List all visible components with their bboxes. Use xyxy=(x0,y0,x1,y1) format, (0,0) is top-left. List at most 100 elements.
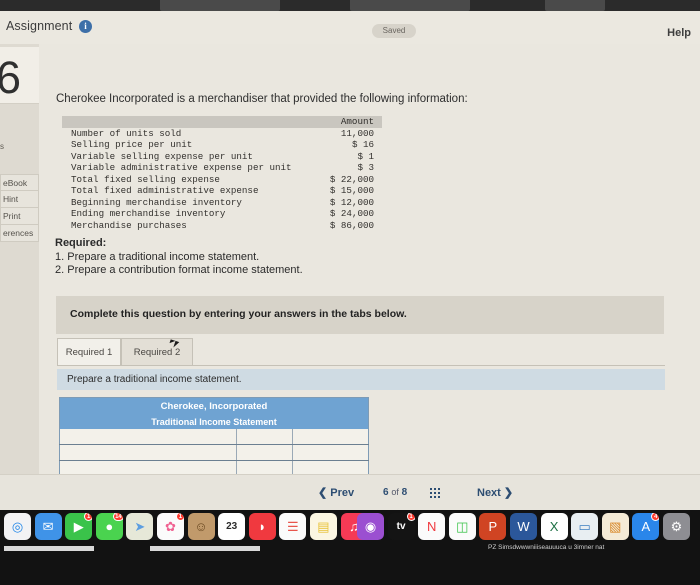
instruction-text: Complete this question by entering your … xyxy=(70,308,407,320)
dock-icon-facetime[interactable]: ▶ 1 xyxy=(65,513,93,540)
dock-left-group: ◎ ✉ ▶ 1 ● 14 ➤ ✿ 1 ☺ 23 ◗ ☰ ▤ ♫ xyxy=(4,513,368,540)
badge-app-store: 4 xyxy=(651,513,660,521)
safari-icon: ◎ xyxy=(11,518,24,534)
answer-value-input-2[interactable] xyxy=(292,444,369,461)
statement-company-row: Cherokee, Incorporated xyxy=(59,397,369,414)
dock-icon-mail[interactable]: ✉ xyxy=(34,513,62,540)
keynote-icon: ▭ xyxy=(578,518,591,534)
table-row xyxy=(59,444,369,461)
table-row: Number of units sold 11,000 xyxy=(62,128,382,140)
row-label: Ending merchandise inventory xyxy=(71,208,226,219)
answer-tabs: Required 1 Required 2 xyxy=(57,334,665,368)
dock-icon-maps[interactable]: ➤ xyxy=(126,513,154,540)
dock-icon-app-store[interactable]: A4 xyxy=(632,513,660,540)
row-label: Selling price per unit xyxy=(71,139,193,150)
badge-messages: 14 xyxy=(113,513,123,521)
dock-icon-calendar[interactable]: 23 xyxy=(218,513,246,540)
notes-icon: ▤ xyxy=(317,518,330,534)
dock-icon-pages[interactable]: ▧ xyxy=(601,513,629,540)
row-label: Total fixed selling expense xyxy=(71,173,220,185)
dock-icon-powerpoint[interactable]: P xyxy=(479,513,507,540)
statement-title: Traditional Income Statement xyxy=(59,414,369,429)
income-statement-table: Cherokee, Incorporated Traditional Incom… xyxy=(59,397,369,474)
dock-icon-contacts[interactable]: ☺ xyxy=(187,513,215,540)
grid-icon[interactable] xyxy=(430,488,441,499)
table-row: Beginning merchandise inventory $ 12,000 xyxy=(62,197,382,209)
left-rail xyxy=(0,44,40,474)
podcasts-icon: ◉ xyxy=(364,518,377,534)
dock-icon-word[interactable]: W xyxy=(509,513,537,540)
next-button[interactable]: Next ❯ xyxy=(477,486,513,499)
mail-icon: ✉ xyxy=(42,518,54,534)
numbers-icon: ◫ xyxy=(456,518,469,534)
table-row: Variable selling expense per unit $ 1 xyxy=(62,151,382,163)
answer-value-input-1[interactable] xyxy=(292,429,369,445)
row-amount: $ 24,000 xyxy=(329,208,374,219)
dock-icon-messages[interactable]: ● 14 xyxy=(95,513,123,540)
given-data-table: Amount Number of units sold 11,000 Sellin… xyxy=(62,116,382,231)
answer-mid-input-2[interactable] xyxy=(236,444,294,461)
powerpoint-icon: P xyxy=(488,519,498,534)
row-amount: $ 3 xyxy=(357,162,374,173)
photos-icon: ✿ xyxy=(165,518,176,534)
dock-icon-numbers[interactable]: ◫ xyxy=(448,513,476,540)
dock-icon-photos[interactable]: ✿ 1 xyxy=(156,513,184,540)
rail-button-hint[interactable]: Hint xyxy=(0,191,39,208)
chrome-tab-2[interactable] xyxy=(350,0,470,11)
tab-underline xyxy=(57,365,665,366)
statement-title-row: Traditional Income Statement xyxy=(59,414,369,429)
facetime-icon: ▶ xyxy=(73,518,84,534)
dock-icon-system-settings[interactable]: ⚙ xyxy=(662,513,690,540)
dock-icon-apple-tv[interactable]: tv 1 xyxy=(387,513,415,540)
tab-required-1[interactable]: Required 1 xyxy=(57,338,121,366)
sub-instruction-bar: Prepare a traditional income statement. xyxy=(57,369,665,390)
dock-icon-keynote[interactable]: ▭ xyxy=(571,513,599,540)
row-amount: $ 86,000 xyxy=(329,219,374,231)
answer-mid-input-3[interactable] xyxy=(236,460,294,474)
app-store-icon: A xyxy=(641,519,651,534)
table-row xyxy=(59,460,369,474)
answer-label-input-2[interactable] xyxy=(59,444,238,461)
answer-label-input-1[interactable] xyxy=(59,429,238,445)
chrome-tab-3[interactable] xyxy=(545,0,605,11)
dock-icon-reminders[interactable]: ☰ xyxy=(279,513,307,540)
help-link[interactable]: Help xyxy=(667,27,691,39)
row-amount: $ 1 xyxy=(357,150,374,162)
dock-icon-safari[interactable]: ◎ xyxy=(4,513,31,540)
row-amount: $ 16 xyxy=(351,139,374,150)
dock-icon-podcasts-red[interactable]: ◗ xyxy=(248,513,276,540)
prev-button[interactable]: ❮ Prev xyxy=(318,486,354,499)
rail-button-ebook[interactable]: eBook xyxy=(0,174,39,191)
status-badge-saved: Saved xyxy=(372,24,416,38)
macos-dock: ◎ ✉ ▶ 1 ● 14 ➤ ✿ 1 ☺ 23 ◗ ☰ ▤ ♫ ◉ tv 1 N ◫ P W X ▭ ▧ A 4 ⚙ PZ Sims… xyxy=(0,510,700,585)
rail-button-print[interactable]: Print xyxy=(0,208,39,225)
answer-value-input-3[interactable] xyxy=(292,460,369,474)
row-amount: $ 12,000 xyxy=(329,196,374,208)
chrome-tab-1[interactable] xyxy=(160,0,280,11)
row-label: Variable selling expense per unit xyxy=(71,150,253,162)
table-row: Selling price per unit $ 16 xyxy=(62,139,382,151)
dock-icon-notes[interactable]: ▤ xyxy=(309,513,337,540)
dock-icon-excel[interactable]: X xyxy=(540,513,568,540)
question-number: 6 xyxy=(0,52,22,103)
reminders-icon: ☰ xyxy=(287,518,299,534)
question-content: Cherokee Incorporated is a merchandiser … xyxy=(39,44,700,474)
rail-button-references[interactable]: erences xyxy=(0,225,39,242)
row-label: Total fixed administrative expense xyxy=(71,185,259,196)
badge-photos: 1 xyxy=(175,513,184,521)
podcasts-red-icon: ◗ xyxy=(258,519,267,534)
answer-label-input-3[interactable] xyxy=(59,460,238,474)
browser-chrome-strip xyxy=(0,0,700,11)
taskbar-block-1 xyxy=(4,546,94,551)
table-row: Merchandise purchases $ 86,000 xyxy=(62,220,382,232)
row-label: Variable administrative expense per unit xyxy=(71,162,292,173)
info-icon[interactable]: i xyxy=(79,20,92,33)
tab-required-2[interactable]: Required 2 xyxy=(121,338,193,366)
answer-mid-input-1[interactable] xyxy=(236,429,294,445)
total-pages: 8 xyxy=(401,487,408,498)
dock-icon-podcasts[interactable]: ◉ xyxy=(357,513,384,540)
question-prompt: Cherokee Incorporated is a merchandiser … xyxy=(56,93,468,105)
sub-instruction-text: Prepare a traditional income statement. xyxy=(67,374,242,385)
table-row: Total fixed administrative expense $ 15,0… xyxy=(62,185,382,197)
dock-icon-news[interactable]: N xyxy=(418,513,446,540)
